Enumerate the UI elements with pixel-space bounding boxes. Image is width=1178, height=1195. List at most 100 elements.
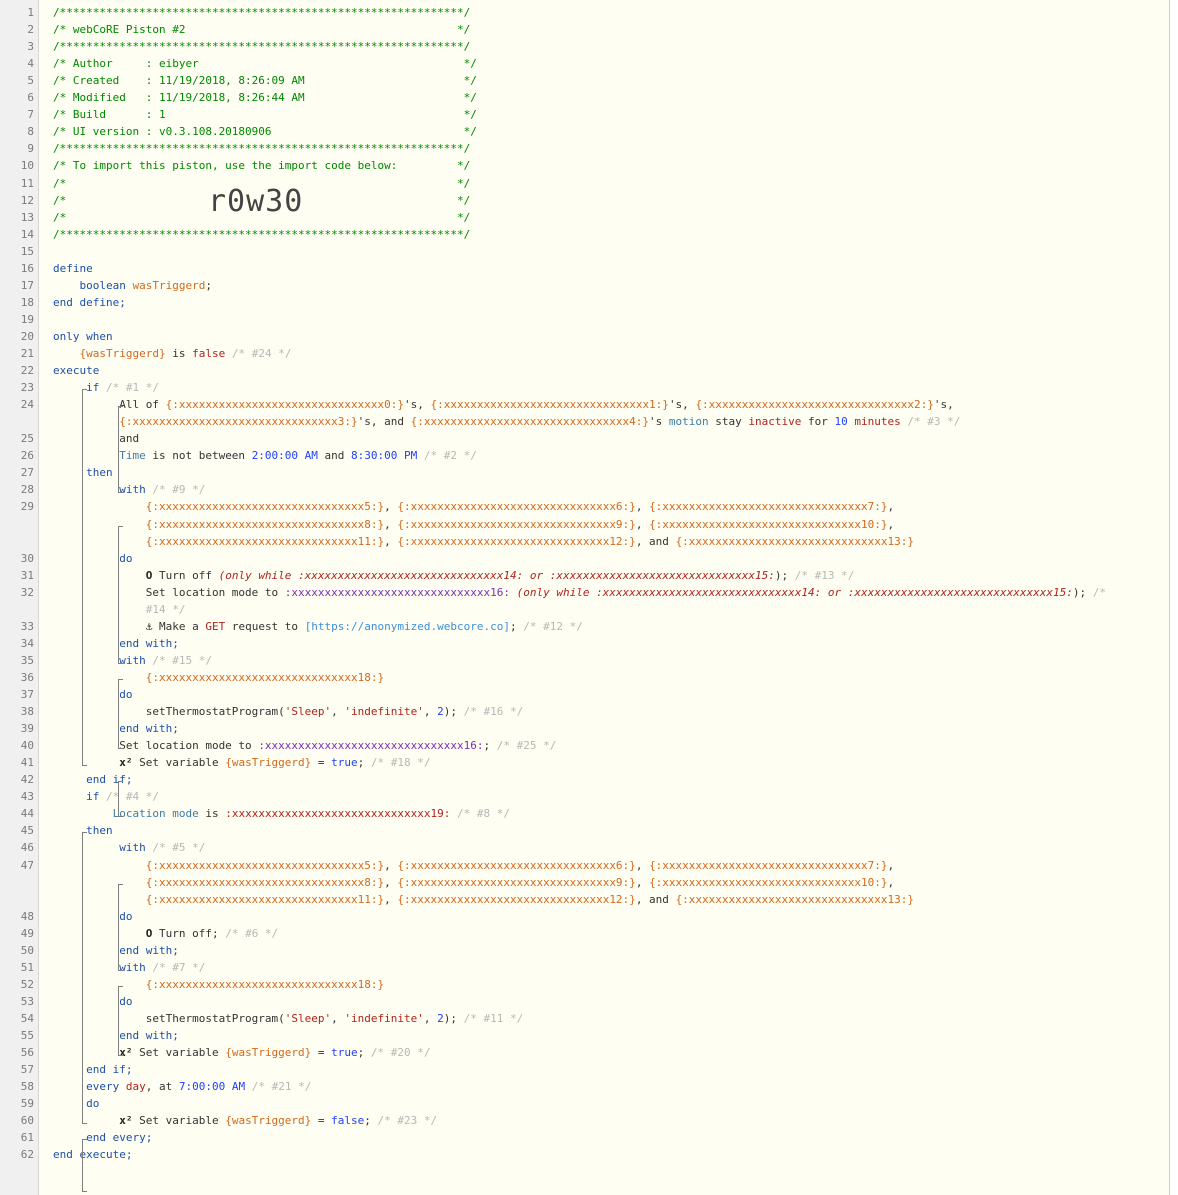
line-number: 61 [20,1131,34,1145]
line-number: 3 [27,40,34,54]
code-token: ; [510,619,517,633]
code-token: , [635,875,650,889]
code-token: minutes [854,415,901,429]
code-line: end define; [53,296,126,309]
code-token: /* #7 */ [145,960,206,974]
code-token: {:xxxxxxxxxxxxxxxxxxxxxxxxxxxxxx11:} [53,534,385,548]
line-number: 15 [20,244,34,258]
code-token: ); [443,1011,458,1025]
code-token: /* #24 */ [225,347,292,360]
line-number: 41 [20,756,34,770]
code-token: 'Sleep' [284,1011,332,1025]
code-line: every day, at 7:00:00 AM /* #21 */ [53,1080,311,1093]
code-token: /* webCoRE Piston #2 */ [53,23,471,37]
code-token: {:xxxxxxxxxxxxxxxxxxxxxxxxxxxxxxx8:} [53,875,385,889]
line-number: 45 [20,824,34,838]
code-token: /* #5 */ [145,841,206,855]
code-token: /* #1 */ [99,381,159,395]
line-number: 5 [27,74,34,88]
code-token: /* Modified : 11/19/2018, 8:26:44 AM */ [53,91,477,105]
code-token: or [523,568,550,582]
line-number: 26 [20,449,34,463]
code-token: = [311,1114,332,1128]
code-token: :xxxxxxxxxxxxxxxxxxxxxxxxxxxxxx16: [258,739,484,753]
code-token: 8:30:00 PM [351,449,418,463]
code-token: 'Sleep' [284,705,332,719]
block-bracket [118,406,123,494]
line-number: 60 [20,1114,34,1128]
line-number: 7 [27,108,34,122]
code-token: {:xxxxxxxxxxxxxxxxxxxxxxxxxxxxxx18:} [53,977,385,991]
code-token: /* #11 */ [457,1011,524,1025]
code-token: {:xxxxxxxxxxxxxxxxxxxxxxxxxxxxxxx6:} [397,500,636,514]
line-number: 36 [20,670,34,684]
line-number: 51 [20,960,34,974]
code-line: /***************************************… [53,40,470,53]
code-token: with [53,483,146,497]
code-token: /***************************************… [53,6,471,19]
code-line: with /* #7 */ [53,961,205,974]
line-number: 48 [20,909,34,923]
code-token: /* #13 */ [788,568,855,582]
code-token: false [331,1114,365,1128]
code-line: {:xxxxxxxxxxxxxxxxxxxxxxxxxxxxxxx5:}, {:… [53,500,894,513]
code-line: end with; [53,944,179,957]
code-token: , [635,858,650,872]
line-number: 55 [20,1029,34,1042]
code-token: /* Build : 1 */ [53,108,477,122]
code-token: {:xxxxxxxxxxxxxxxxxxxxxxxxxxxxxx10:} [649,517,888,531]
code-token: /***************************************… [53,142,471,156]
line-number: 16 [20,261,34,275]
code-line: /* Created : 11/19/2018, 8:26:09 AM */ [53,74,477,87]
code-token: end with; [53,943,179,957]
code-token: {:xxxxxxxxxxxxxxxxxxxxxxxxxxxxxxx8:} [53,517,385,531]
code-token: 'indefinite' [344,1011,424,1025]
code-token: /* #12 */ [516,619,583,633]
code-line: O Turn off (only while :xxxxxxxxxxxxxxxx… [53,568,855,582]
code-line: {:xxxxxxxxxxxxxxxxxxxxxxxxxxxxxx18:} [53,978,384,991]
code-line: /***************************************… [53,228,470,241]
line-number: 22 [20,364,34,378]
code-token: /***************************************… [53,40,471,54]
line-number: 33 [20,619,34,633]
code-token: , [423,1011,438,1025]
code-line: execute [53,364,99,377]
line-number: 6 [27,91,34,105]
code-token: , [384,534,398,548]
code-token: , [384,517,398,531]
code-lines: 1 /**************************************… [0,0,1169,1195]
code-token: All of [53,398,166,412]
code-token: ); [443,705,458,719]
code-line: define [53,262,93,275]
code-token: end if; [53,1063,133,1077]
code-token: setThermostatProgram( [53,705,285,719]
code-token: execute [53,364,100,378]
code-line: end every; [53,1131,152,1144]
line-number: 52 [20,977,34,991]
code-token: /* #15 */ [145,653,212,667]
code-line: /* webCoRE Piston #2 */ [53,23,470,36]
code-token: /***************************************… [53,227,471,241]
code-token: stay [708,415,749,429]
block-bracket [118,525,123,664]
code-token: /* #9 */ [145,483,206,497]
code-token: {:xxxxxxxxxxxxxxxxxxxxxxxxxxxxxx13:} [675,892,914,906]
line-number: 32 [20,585,34,599]
code-token: :xxxxxxxxxxxxxxxxxxxxxxxxxxxxxx16: [284,585,510,599]
code-line: /* Build : 1 */ [53,108,477,121]
code-token: = [311,756,332,770]
line-number: 35 [20,653,34,667]
code-token: , [887,875,895,889]
line-number: 46 [20,841,34,855]
code-token: 's [649,415,669,429]
code-token: {:xxxxxxxxxxxxxxxxxxxxxxxxxxxxxxx9:} [397,875,636,889]
code-token: every [53,1080,126,1094]
block-bracket [118,883,123,971]
code-line: x² Set variable {wasTriggerd} = true; /*… [53,756,430,770]
line-number: 18 [20,295,34,309]
code-token: [https://anonymized.webcore.co] [304,619,510,633]
code-token: false [192,347,226,360]
code-token: for [801,415,835,429]
